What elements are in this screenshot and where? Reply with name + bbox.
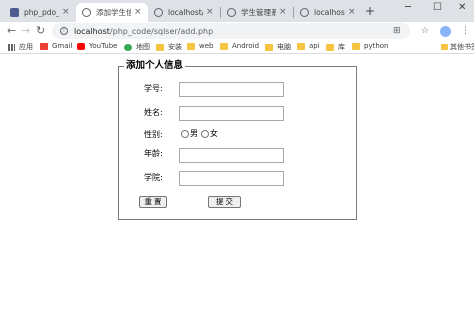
bookmark-folder-android[interactable]: Android	[220, 42, 259, 50]
bookmark-folder-install[interactable]: 安装	[156, 42, 182, 52]
folder-icon	[326, 43, 334, 51]
close-tab-icon[interactable]: ×	[134, 8, 142, 17]
bookmarks-bar: 应用 Gmail YouTube 地图 安装 web Android 电脑 ap…	[0, 40, 474, 54]
url-path: /php_code/sqlser/add.php	[109, 26, 214, 36]
globe-icon	[300, 8, 309, 17]
new-tab-button[interactable]: +	[365, 5, 375, 17]
bookmark-folder-python[interactable]: python	[352, 42, 389, 50]
tab-localhost-2[interactable]: localhost/php ×	[294, 3, 362, 22]
gender-label: 性别:	[144, 130, 163, 139]
folder-icon	[156, 43, 164, 51]
folder-icon	[265, 43, 273, 51]
forward-arrow-icon[interactable]: →	[21, 24, 30, 38]
globe-icon	[82, 8, 91, 17]
bookmark-folder-lib[interactable]: 库	[326, 42, 345, 52]
tab-localhost-1[interactable]: localhost/php ×	[148, 3, 220, 22]
tab-title: php_pdo_sql	[24, 8, 59, 17]
close-tab-icon[interactable]: ×	[62, 8, 70, 17]
bookmark-folder-computer[interactable]: 电脑	[265, 42, 291, 52]
tab-strip: php_pdo_sql × 添加学生信息 × localhost/php × 学…	[0, 0, 474, 22]
folder-icon	[441, 44, 448, 50]
maximize-icon[interactable]: ☐	[433, 3, 442, 13]
gender-female-radio[interactable]	[201, 130, 209, 138]
browser-toolbar: ← → ↻ i localhost/php_code/sqlser/add.ph…	[0, 22, 474, 40]
bookmark-maps[interactable]: 地图	[124, 42, 150, 52]
submit-button[interactable]: 提 交	[208, 196, 241, 208]
student-id-input[interactable]	[179, 82, 284, 97]
form-legend: 添加个人信息	[124, 60, 186, 72]
tab-title: localhost/php	[168, 8, 203, 17]
url-host: localhost	[74, 26, 110, 36]
age-label: 年龄:	[144, 149, 163, 158]
student-id-label: 学号:	[144, 84, 163, 93]
minimize-icon[interactable]: ─	[405, 3, 411, 13]
tab-title: 添加学生信息	[96, 8, 131, 17]
folder-icon	[220, 42, 228, 50]
college-input[interactable]	[179, 171, 284, 186]
bookmark-folder-web[interactable]: web	[187, 42, 213, 50]
youtube-icon	[77, 42, 85, 50]
reset-button[interactable]: 重 置	[139, 196, 167, 208]
gender-male-label: 男	[190, 129, 198, 138]
gender-female-label: 女	[210, 129, 218, 138]
tab-title: 学生管理系统	[241, 8, 276, 17]
maps-icon	[124, 43, 132, 51]
globe-icon	[227, 8, 236, 17]
close-tab-icon[interactable]: ×	[348, 8, 356, 17]
bookmark-apps[interactable]: 应用	[8, 42, 33, 52]
age-input[interactable]	[179, 148, 284, 163]
folder-icon	[187, 42, 195, 50]
star-icon[interactable]: ☆	[421, 25, 429, 37]
globe-icon	[154, 8, 163, 17]
tab-add-student[interactable]: 添加学生信息 ×	[76, 3, 148, 22]
close-tab-icon[interactable]: ×	[279, 8, 287, 17]
gender-male-radio[interactable]	[181, 130, 189, 138]
college-label: 学院:	[144, 173, 163, 182]
apps-icon	[8, 43, 15, 51]
tab-student-system[interactable]: 学生管理系统 ×	[221, 3, 293, 22]
menu-icon[interactable]: ⋮	[461, 25, 470, 37]
back-arrow-icon[interactable]: ←	[7, 24, 16, 38]
reload-icon[interactable]: ↻	[36, 24, 45, 38]
tab-php-pdo[interactable]: php_pdo_sql ×	[4, 3, 76, 22]
bookmark-gmail[interactable]: Gmail	[40, 42, 72, 50]
info-icon[interactable]: i	[60, 27, 68, 35]
profile-avatar[interactable]	[440, 26, 451, 37]
other-bookmarks[interactable]: 其他书签	[441, 42, 474, 52]
bookmark-folder-api[interactable]: api	[297, 42, 320, 50]
close-tab-icon[interactable]: ×	[206, 8, 214, 17]
tab-title: localhost/php	[314, 8, 345, 17]
name-input[interactable]	[179, 106, 284, 121]
folder-icon	[297, 42, 305, 50]
name-label: 姓名:	[144, 108, 163, 117]
folder-icon	[352, 42, 360, 50]
gmail-icon	[40, 42, 48, 50]
php-favicon-icon	[10, 8, 19, 17]
address-bar[interactable]: i localhost/php_code/sqlser/add.php	[52, 23, 410, 39]
close-window-icon[interactable]: ✕	[458, 3, 466, 13]
bookmark-youtube[interactable]: YouTube	[77, 42, 117, 50]
translate-icon[interactable]: ⊞	[393, 25, 401, 37]
